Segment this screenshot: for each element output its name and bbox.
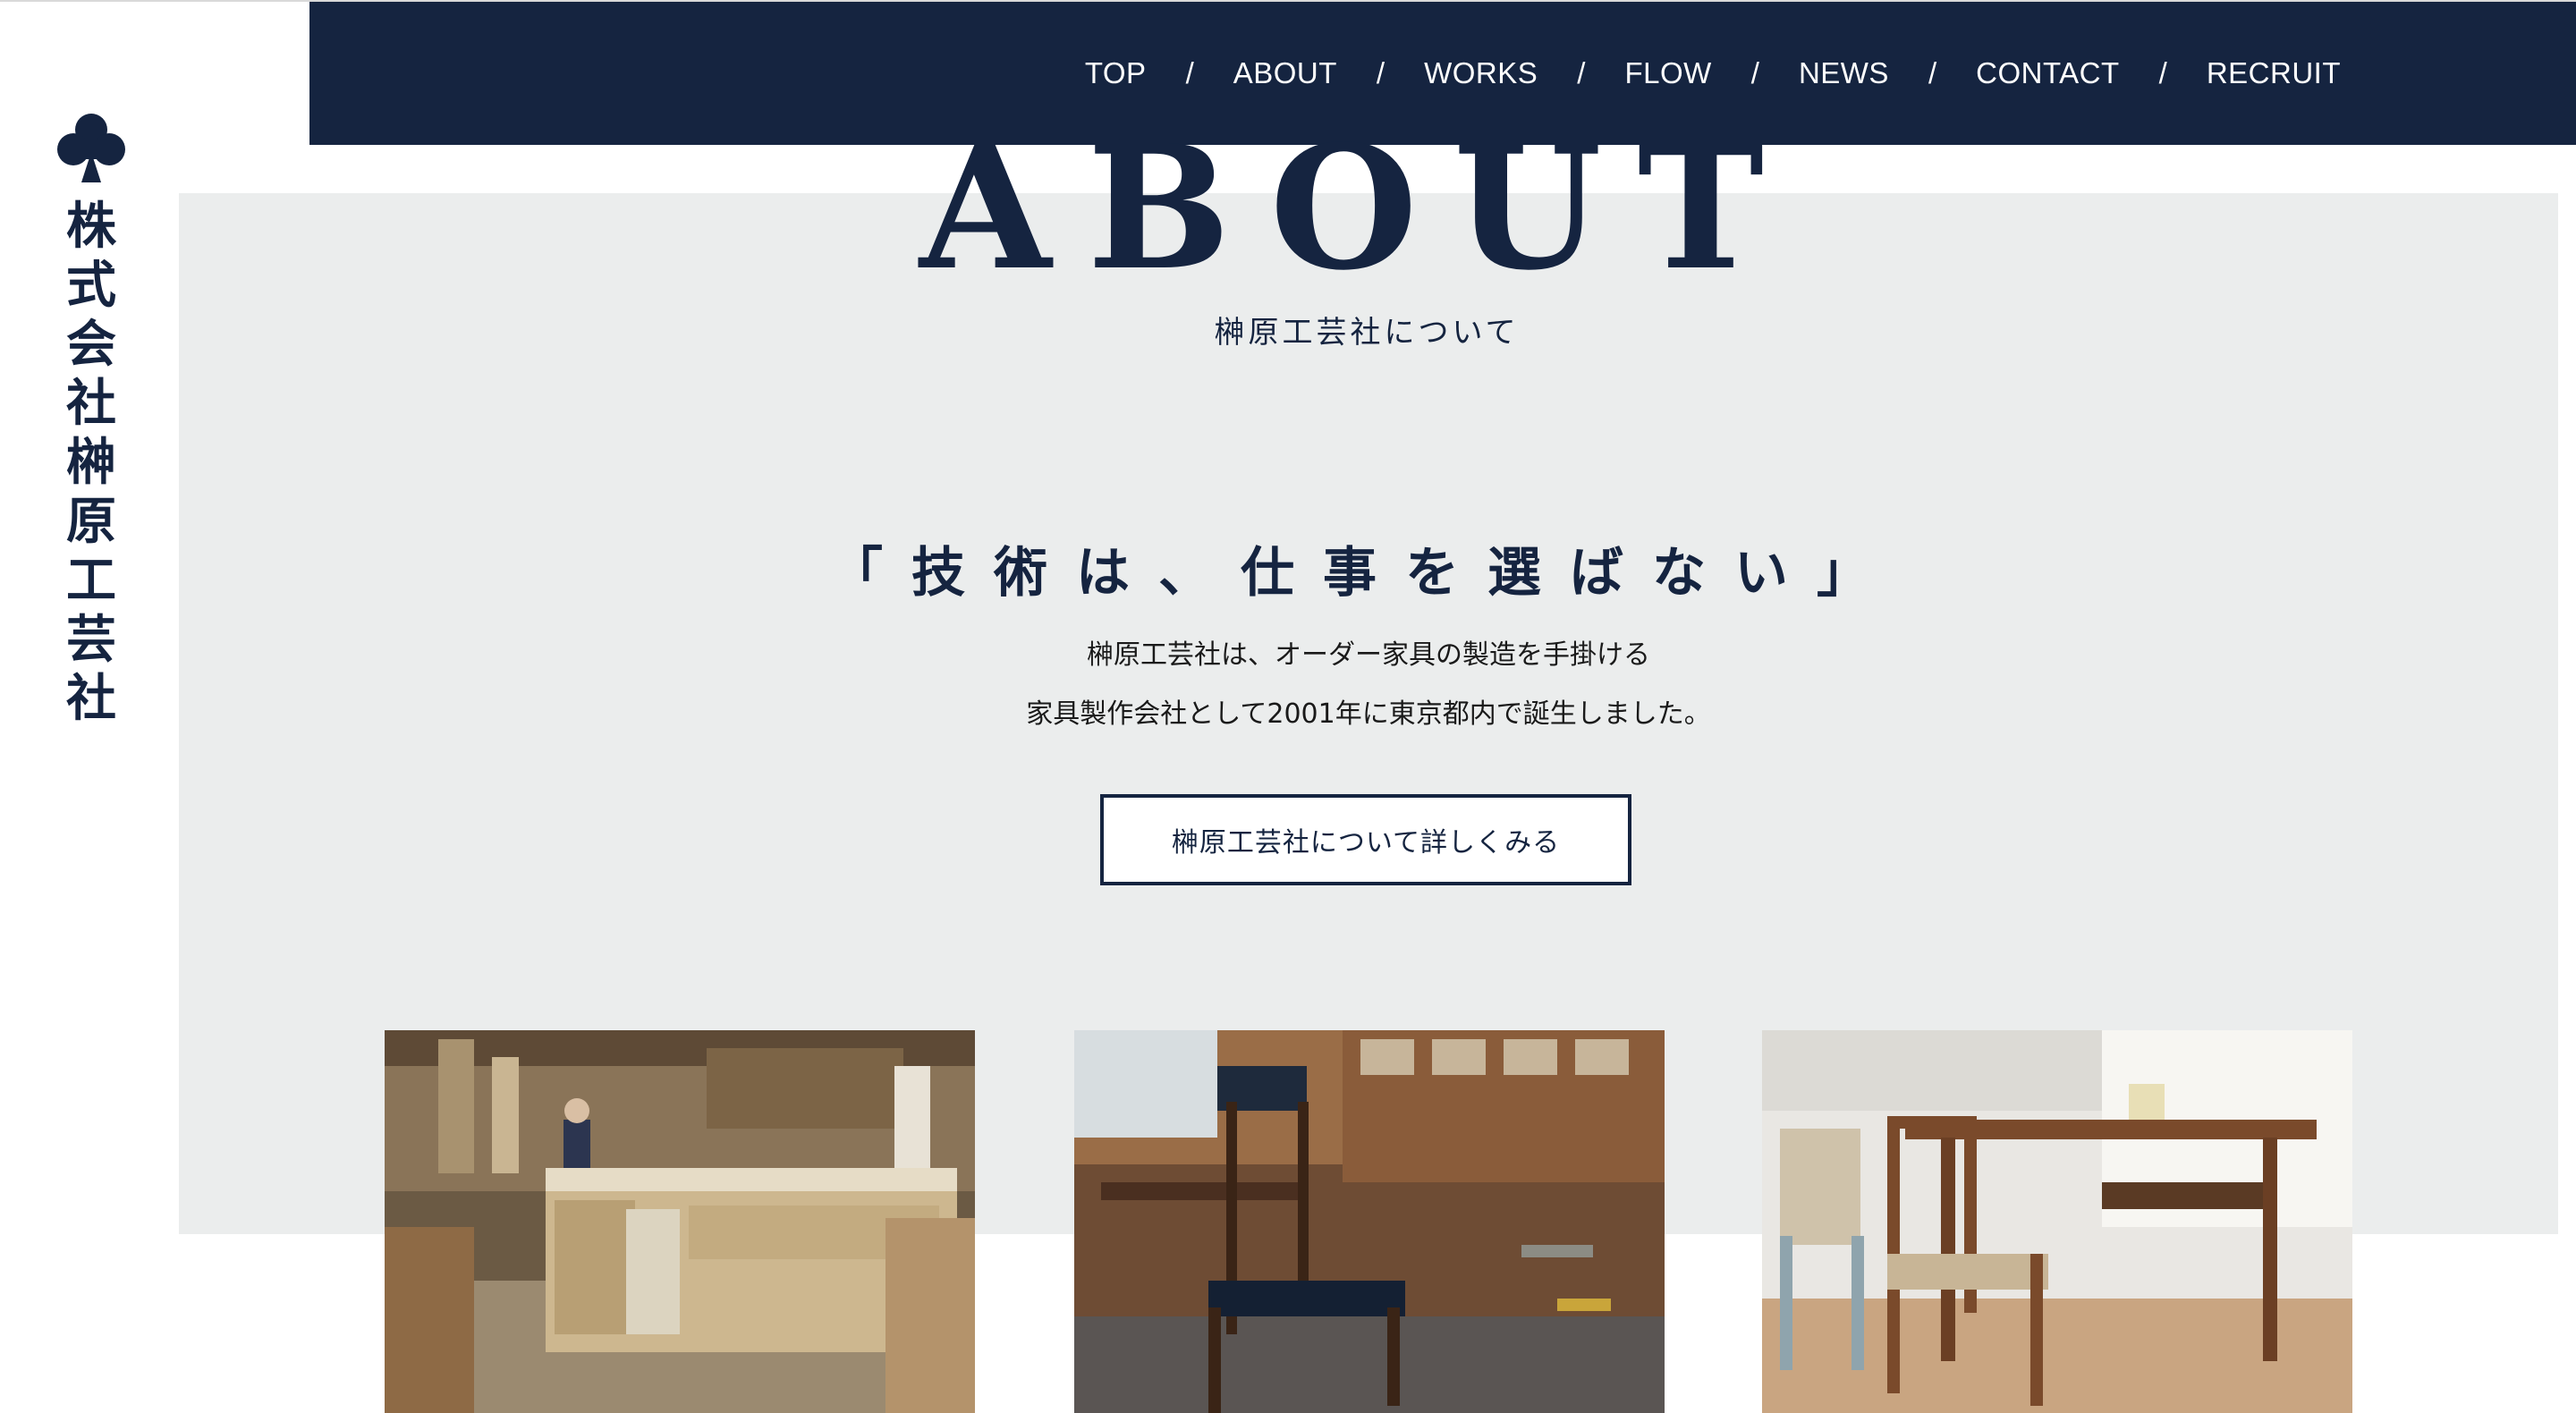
nav-separator: /	[1750, 56, 1759, 89]
nav-separator: /	[1185, 56, 1194, 89]
workshop-photo	[385, 1030, 975, 1413]
lead-line: 家具製作会社として2001年に東京都内で誕生しました。	[1026, 698, 1711, 730]
catchphrase: 「技術は、仕事を選ばない」	[829, 542, 1899, 605]
dining-set-photo	[1762, 1030, 2352, 1413]
nav-contact[interactable]: CONTACT	[1976, 56, 2120, 90]
chair-showroom-photo	[1074, 1030, 1665, 1413]
nav-recruit[interactable]: RECRUIT	[2207, 56, 2341, 90]
about-lead-text: 榊原工芸社は、オーダー家具の製造を手掛ける 家具製作会社として2001年に東京都…	[0, 626, 2576, 744]
about-more-button[interactable]: 榊原工芸社について詳しくみる	[1100, 794, 1631, 885]
nav-news[interactable]: NEWS	[1799, 56, 1889, 90]
nav-separator: /	[1928, 56, 1937, 89]
nav-separator: /	[1376, 56, 1385, 89]
nav-separator: /	[1577, 56, 1586, 89]
about-subheading: 榊原工芸社について	[1214, 315, 1520, 351]
nav-top[interactable]: TOP	[1085, 56, 1147, 90]
nav-about[interactable]: ABOUT	[1233, 56, 1337, 90]
nav-flow[interactable]: FLOW	[1624, 56, 1711, 90]
brand-char: 榊	[66, 433, 116, 492]
nav-separator: /	[2158, 56, 2167, 89]
nav-works[interactable]: WORKS	[1424, 56, 1538, 90]
about-heading: ABOUT	[919, 108, 1801, 308]
lead-line: 榊原工芸社は、オーダー家具の製造を手掛ける	[1087, 639, 1650, 671]
brand-char: 社	[66, 374, 116, 433]
